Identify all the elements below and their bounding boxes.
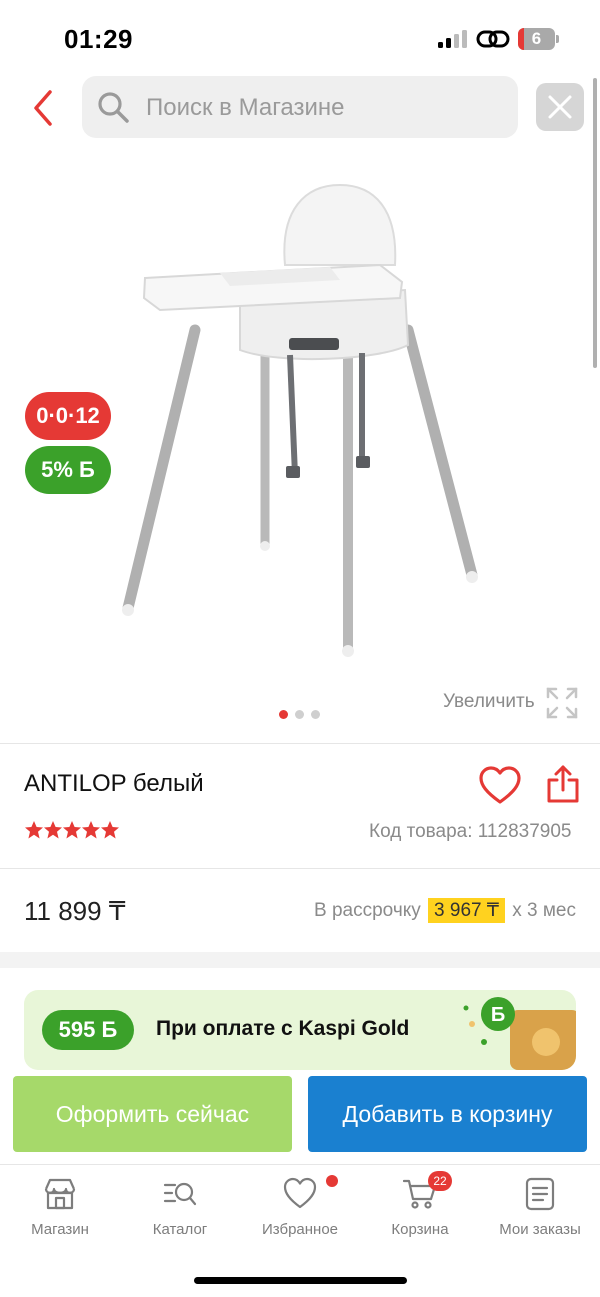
- installment-monthly: 3 967 ₸: [428, 898, 505, 923]
- nav-label: Избранное: [261, 1221, 339, 1238]
- product-title: ANTILOP белый: [24, 770, 204, 797]
- status-time: 01:29: [64, 24, 133, 54]
- nav-item-cart[interactable]: 22 Корзина: [360, 1165, 480, 1255]
- store-icon: [44, 1178, 76, 1210]
- star-icon: [82, 821, 100, 839]
- expand-icon[interactable]: [546, 687, 578, 719]
- link-icon: [476, 30, 510, 48]
- nav-item-store[interactable]: Магазин: [0, 1165, 120, 1255]
- status-bar: 01:29 6: [0, 0, 600, 76]
- battery-icon: 6: [518, 28, 560, 50]
- pagination-dot[interactable]: [279, 710, 288, 719]
- bonus-badge: 5% Б: [25, 446, 111, 494]
- search-input[interactable]: Поиск в Магазине: [82, 76, 518, 138]
- orders-icon: [525, 1177, 555, 1211]
- installment-badge: 0·0·12: [25, 392, 111, 440]
- star-icon: [25, 821, 43, 839]
- add-to-cart-button[interactable]: Добавить в корзину: [308, 1076, 587, 1152]
- promo-text: При оплате с Kaspi Gold: [156, 1017, 410, 1040]
- close-button[interactable]: [536, 83, 584, 131]
- pagination-dot[interactable]: [295, 710, 304, 719]
- nav-label: Корзина: [391, 1221, 449, 1238]
- search-placeholder: Поиск в Магазине: [146, 94, 345, 121]
- promo-bonus-badge: 595 Б: [42, 1010, 134, 1050]
- product-sku: Код товара: 112837905: [369, 821, 572, 842]
- section-separator: [0, 952, 600, 968]
- search-icon: [98, 92, 129, 123]
- kaspi-gold-promo[interactable]: 595 Б При оплате с Kaspi Gold Б: [24, 990, 576, 1070]
- catalog-search-icon: [163, 1182, 197, 1206]
- back-button[interactable]: [26, 88, 66, 128]
- bottom-navigation: Магазин Каталог Избранное 22 Корзина Мои…: [0, 1164, 600, 1254]
- divider: [0, 868, 600, 869]
- nav-item-orders[interactable]: Мои заказы: [480, 1165, 600, 1255]
- nav-label: Магазин: [31, 1221, 89, 1238]
- star-icon: [63, 821, 81, 839]
- product-price: 11 899 ₸: [24, 896, 126, 926]
- battery-level: 6: [531, 29, 542, 48]
- pagination-dot[interactable]: [311, 710, 320, 719]
- svg-text:Б: Б: [491, 1004, 505, 1026]
- home-indicator[interactable]: [194, 1277, 407, 1284]
- cart-count-badge: 22: [428, 1171, 452, 1191]
- nav-label: Мои заказы: [499, 1221, 581, 1238]
- divider: [0, 743, 600, 744]
- share-button[interactable]: [546, 764, 580, 804]
- installment-info[interactable]: В рассрочку 3 967 ₸ x 3 мес: [314, 898, 576, 923]
- favorite-button[interactable]: [478, 766, 522, 806]
- nav-item-favorites[interactable]: Избранное: [240, 1165, 360, 1255]
- scrollbar[interactable]: [593, 78, 597, 368]
- zoom-label[interactable]: Увеличить: [443, 691, 535, 713]
- product-image[interactable]: [100, 170, 500, 670]
- heart-icon: [283, 1177, 317, 1209]
- kaspi-gold-card-icon: Б: [463, 997, 576, 1070]
- buy-now-button[interactable]: Оформить сейчас: [13, 1076, 292, 1152]
- signal-icon: [438, 30, 468, 48]
- installment-prefix: В рассрочку: [314, 900, 421, 921]
- nav-label: Каталог: [152, 1221, 208, 1238]
- nav-item-catalog[interactable]: Каталог: [120, 1165, 240, 1255]
- close-icon: [548, 95, 572, 119]
- star-icon: [101, 821, 119, 839]
- notification-dot: [326, 1175, 338, 1187]
- installment-term: x 3 мес: [512, 900, 576, 921]
- star-icon: [44, 821, 62, 839]
